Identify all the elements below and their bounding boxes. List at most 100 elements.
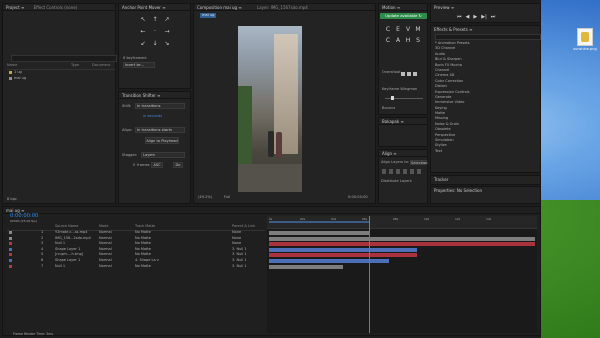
align-select[interactable]: In transitions starts — [135, 127, 185, 133]
layer-track-bar[interactable] — [269, 231, 369, 235]
arrow-n-icon[interactable]: ↑ — [149, 16, 161, 28]
project-search-input[interactable] — [11, 55, 117, 62]
composition-viewer[interactable] — [238, 26, 302, 192]
align-to-playhead-button[interactable]: Align to Playhead — [145, 137, 179, 144]
layer-track-bar[interactable] — [269, 259, 389, 263]
comp-name-tab[interactable]: mai ug — [200, 13, 217, 18]
layer-row[interactable]: 7 Null 1 Normal No Matte 3. Null 1 — [7, 264, 265, 270]
project-item[interactable]: 1 ug — [9, 70, 113, 76]
arrow-se-icon[interactable]: ↘ — [161, 40, 173, 52]
center-icon[interactable]: C — [383, 37, 393, 44]
ruler-tick-label: 10s — [424, 217, 430, 221]
anchor-point-panel: Anchor Point Mover ≡ ↖ ↑ ↗ ← · → ↙ ↓ ↘ I… — [118, 3, 191, 89]
align-bottom-icon[interactable] — [417, 169, 421, 174]
effects-category[interactable]: Text — [435, 149, 539, 154]
next-frame-icon[interactable]: ▶| — [481, 14, 487, 20]
project-item-label: 1 ug — [14, 70, 22, 74]
ease-icon[interactable] — [407, 72, 411, 76]
align-right-icon[interactable] — [396, 169, 400, 174]
first-frame-icon[interactable]: ⏮ — [457, 14, 462, 20]
wingman-slider-handle[interactable] — [391, 96, 394, 100]
spin-icon[interactable]: S — [413, 37, 423, 44]
anchor-icon[interactable]: A — [393, 37, 403, 44]
align-middle-icon[interactable] — [410, 169, 414, 174]
desktop-file-icon[interactable]: sunshine.png — [572, 28, 598, 64]
col-type[interactable]: Type — [71, 63, 79, 69]
play-icon[interactable]: ▶ — [473, 14, 477, 20]
arrow-nw-icon[interactable]: ↖ — [137, 16, 149, 28]
layer-track-bar[interactable] — [269, 236, 535, 241]
ease-icon[interactable] — [401, 72, 405, 76]
work-area-bar[interactable] — [269, 221, 369, 223]
layer-track-bar[interactable] — [269, 242, 535, 247]
arrow-ne-icon[interactable]: ↗ — [161, 16, 173, 28]
arrow-sw-icon[interactable]: ↙ — [137, 40, 149, 52]
tab-composition[interactable]: Composition mai ug ≡ — [197, 5, 242, 10]
in-seconds-link[interactable]: in seconds — [143, 114, 162, 118]
align-top-icon[interactable] — [403, 169, 407, 174]
shift-select[interactable]: In transitions — [135, 103, 185, 109]
clone-icon[interactable]: C — [383, 26, 393, 33]
layer-color-swatch — [9, 258, 12, 262]
tab-effect-controls[interactable]: Effect Controls (none) — [34, 5, 78, 10]
layer-track-matte[interactable]: No Matte — [135, 264, 151, 270]
properties-title: Properties: No Selection — [434, 188, 482, 193]
hand-icon[interactable]: H — [403, 37, 413, 44]
tab-layer[interactable]: Layer: IMG_1567sdo.mp4 — [257, 5, 308, 10]
ruler-tick-label: 14s — [486, 217, 492, 221]
layer-mode[interactable]: Normal — [99, 264, 112, 270]
arrow-w-icon[interactable]: ← — [137, 28, 149, 40]
col-name[interactable]: Name — [7, 63, 17, 67]
layer-color-swatch — [9, 236, 12, 240]
layer-name[interactable]: Null 1 — [55, 264, 65, 270]
align-center-icon[interactable] — [389, 169, 393, 174]
center-dot-icon[interactable]: · — [149, 28, 161, 40]
zoom-select[interactable]: (49.2%) — [198, 195, 212, 199]
tracker-panel: Tracker — [430, 175, 541, 185]
playhead[interactable] — [369, 216, 370, 333]
align-icons-row — [382, 169, 426, 174]
arrow-s-icon[interactable]: ↓ — [149, 40, 161, 52]
align-to-select[interactable]: Selection — [410, 160, 428, 165]
effects-search-input[interactable] — [435, 34, 541, 40]
overshoot-icons — [401, 72, 425, 76]
layer-track-bar[interactable] — [269, 247, 417, 252]
col-track-matte[interactable]: Track Matte — [135, 224, 155, 230]
distribute-label: Distribute Layers — [381, 179, 412, 183]
mirror-icon[interactable]: M — [413, 26, 423, 33]
layer-track-bar[interactable] — [269, 253, 417, 258]
stagger-select[interactable]: Layers — [141, 152, 185, 158]
preview-controls: ⏮ ◀ ▶ ▶| ⏭ — [457, 14, 517, 20]
insert-keyframe-select[interactable]: Insert ke... — [123, 62, 155, 68]
col-parent[interactable]: Parent & Link — [232, 224, 255, 230]
prev-frame-icon[interactable]: ◀ — [466, 14, 470, 20]
last-frame-icon[interactable]: ⏭ — [491, 14, 496, 20]
layer-track-bar[interactable] — [269, 264, 343, 269]
excite-icon[interactable]: E — [393, 26, 403, 33]
ease-icon[interactable] — [413, 72, 417, 76]
frames-value[interactable]: 0 — [133, 163, 135, 167]
arrow-e-icon[interactable]: → — [161, 28, 173, 40]
update-available-button[interactable]: Update available ↻ — [380, 13, 427, 19]
layer-color-swatch — [9, 231, 12, 234]
order-select[interactable]: ASC — [151, 162, 163, 168]
stagger-label: Stagger: — [122, 153, 138, 157]
col-source-name[interactable]: Source Name — [55, 224, 78, 230]
comp-timecode[interactable]: 0:00:00:00 — [348, 195, 368, 199]
vector-icon[interactable]: V — [403, 26, 413, 33]
col-document[interactable]: Document — [92, 63, 110, 69]
do-button[interactable]: Do — [173, 162, 183, 168]
align-left-icon[interactable] — [382, 169, 386, 174]
timeline-tab-bar: mai ug ≡ — [3, 207, 540, 214]
trees-shape — [238, 86, 252, 166]
project-item[interactable]: mai ug — [9, 76, 113, 82]
layer-parent[interactable]: 3. Null 1 — [232, 264, 247, 270]
col-mode[interactable]: Mode — [99, 224, 109, 230]
after-effects-window: Project ≡ Effect Controls (none) Name Ty… — [0, 0, 541, 338]
resolution-select[interactable]: Full — [224, 195, 230, 199]
track-area — [267, 229, 537, 333]
bpc-indicator[interactable]: 8 bpc — [7, 197, 17, 201]
tab-project[interactable]: Project ≡ — [6, 5, 24, 10]
motion-icon-grid: C E V M C A H S — [383, 26, 425, 44]
road-shape — [238, 164, 302, 192]
